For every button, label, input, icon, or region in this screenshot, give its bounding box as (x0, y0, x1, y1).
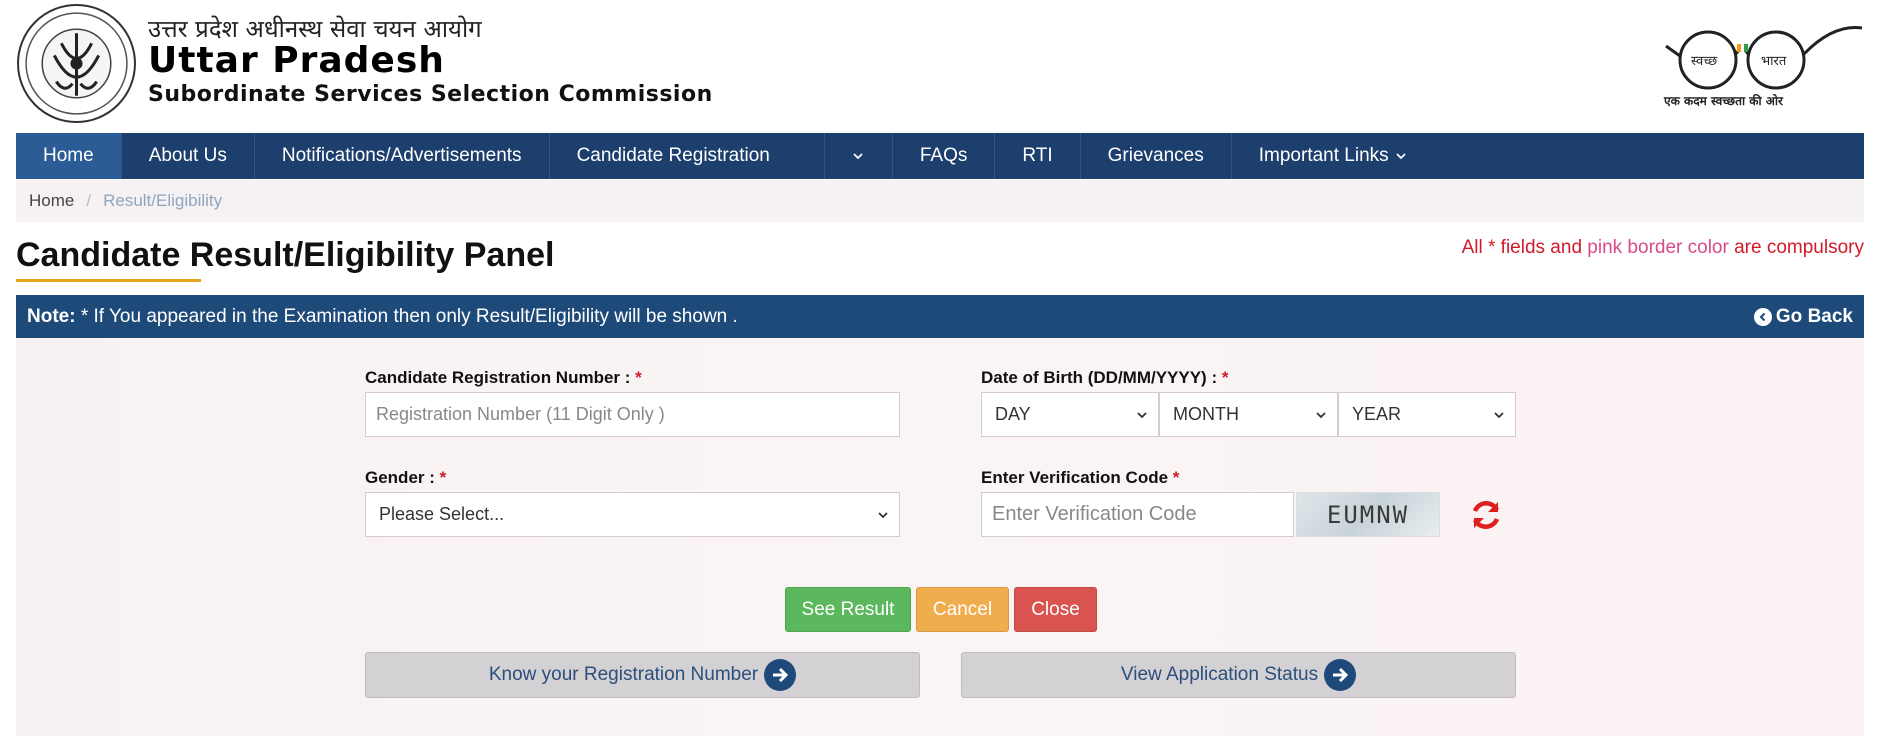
nav-faqs[interactable]: FAQs (893, 133, 996, 179)
dob-month-value: MONTH (1173, 404, 1239, 424)
registration-number-label: Candidate Registration Number : * (365, 368, 642, 388)
captcha-image: EUMNW (1296, 492, 1440, 537)
registration-number-input[interactable] (365, 392, 900, 437)
verification-code-label-text: Enter Verification Code (981, 468, 1173, 487)
breadcrumb-separator: / (86, 191, 92, 210)
nav-important-links[interactable]: Important Links (1232, 133, 1434, 179)
nav-rti[interactable]: RTI (995, 133, 1081, 179)
nav-home[interactable]: Home (16, 133, 122, 179)
breadcrumb-home[interactable]: Home (29, 191, 74, 211)
swachh-tagline: एक कदम स्वच्छता की ओर (1664, 94, 1783, 108)
page-title: Candidate Result/Eligibility Panel (16, 236, 555, 274)
dob-label-text: Date of Birth (DD/MM/YYYY) : (981, 368, 1222, 387)
dob-year-select[interactable]: YEAR (1338, 392, 1516, 437)
nav-candidate-registration[interactable]: Candidate Registration (550, 133, 825, 179)
dob-day-select[interactable]: DAY (981, 392, 1159, 437)
see-result-button[interactable]: See Result (785, 587, 911, 632)
view-application-status-button[interactable]: View Application Status (961, 652, 1516, 698)
chevron-down-icon (878, 511, 888, 518)
go-back-button[interactable]: Go Back (1753, 305, 1853, 328)
know-registration-number-label: Know your Registration Number (488, 664, 759, 685)
commission-name: Subordinate Services Selection Commissio… (148, 82, 713, 107)
result-form-panel (16, 338, 1864, 736)
cancel-button[interactable]: Cancel (916, 587, 1009, 632)
verification-code-label: Enter Verification Code * (981, 468, 1179, 488)
arrow-circle-right-icon (1324, 659, 1357, 691)
gender-label: Gender : * (365, 468, 446, 488)
nav-candidate-registration-label: Candidate Registration (576, 145, 770, 166)
nav-important-links-label: Important Links (1258, 145, 1389, 166)
chevron-down-icon (1494, 411, 1504, 418)
arrow-circle-right-icon (764, 659, 797, 691)
chevron-down-icon (1316, 411, 1326, 418)
chevron-circle-left-icon (1753, 307, 1772, 326)
note-message: * If You appeared in the Examination the… (75, 305, 738, 327)
go-back-label: Go Back (1775, 305, 1853, 327)
nav-grievances[interactable]: Grievances (1081, 133, 1232, 179)
required-mark: * (1172, 468, 1180, 487)
state-name: Uttar Pradesh (148, 40, 445, 81)
breadcrumb-current: Result/Eligibility (103, 191, 223, 210)
up-state-emblem-icon (17, 4, 136, 123)
note-label: Note: (27, 305, 76, 327)
chevron-down-icon (1396, 153, 1406, 160)
dob-year-value: YEAR (1352, 404, 1402, 424)
compulsory-notice: All * fields and pink border color are c… (1462, 237, 1864, 259)
swachh-right-text: भारत (1761, 54, 1787, 69)
know-registration-number-button[interactable]: Know your Registration Number (365, 652, 920, 698)
required-mark: * (635, 368, 642, 387)
site-header: उत्तर प्रदेश अधीनस्थ सेवा चयन आयोग Uttar… (0, 0, 1879, 133)
registration-number-label-text: Candidate Registration Number : (365, 368, 636, 387)
compulsory-text-2: are compulsory (1728, 237, 1864, 258)
nav-about-us[interactable]: About Us (122, 133, 255, 179)
required-mark: * (1221, 368, 1229, 387)
breadcrumb: Home / Result/Eligibility (16, 180, 1864, 222)
chevron-down-icon (1137, 411, 1147, 418)
gender-label-text: Gender : (365, 468, 440, 487)
compulsory-text-pink: pink border color (1587, 237, 1729, 258)
note-text: Note: * If You appeared in the Examinati… (27, 306, 738, 328)
verification-code-input[interactable] (981, 492, 1294, 537)
required-mark: * (439, 468, 447, 487)
gender-value: Please Select... (379, 504, 505, 524)
close-button[interactable]: Close (1014, 587, 1097, 632)
note-bar: Note: * If You appeared in the Examinati… (16, 295, 1864, 338)
refresh-icon[interactable] (1467, 496, 1505, 534)
nav-notifications[interactable]: Notifications/Advertisements (255, 133, 550, 179)
swachh-left-text: स्वच्छ (1691, 54, 1718, 69)
dob-label: Date of Birth (DD/MM/YYYY) : * (981, 368, 1228, 388)
chevron-down-icon (853, 153, 863, 160)
nav-registration-dropdown-toggle[interactable] (825, 133, 893, 179)
dob-month-select[interactable]: MONTH (1159, 392, 1338, 437)
dob-day-value: DAY (995, 404, 1031, 424)
compulsory-text-1: All * fields and (1461, 237, 1588, 258)
title-underline (16, 279, 201, 282)
main-navbar: Home About Us Notifications/Advertisemen… (16, 133, 1864, 179)
view-application-status-label: View Application Status (1120, 664, 1319, 685)
gender-select[interactable]: Please Select... (365, 492, 900, 537)
